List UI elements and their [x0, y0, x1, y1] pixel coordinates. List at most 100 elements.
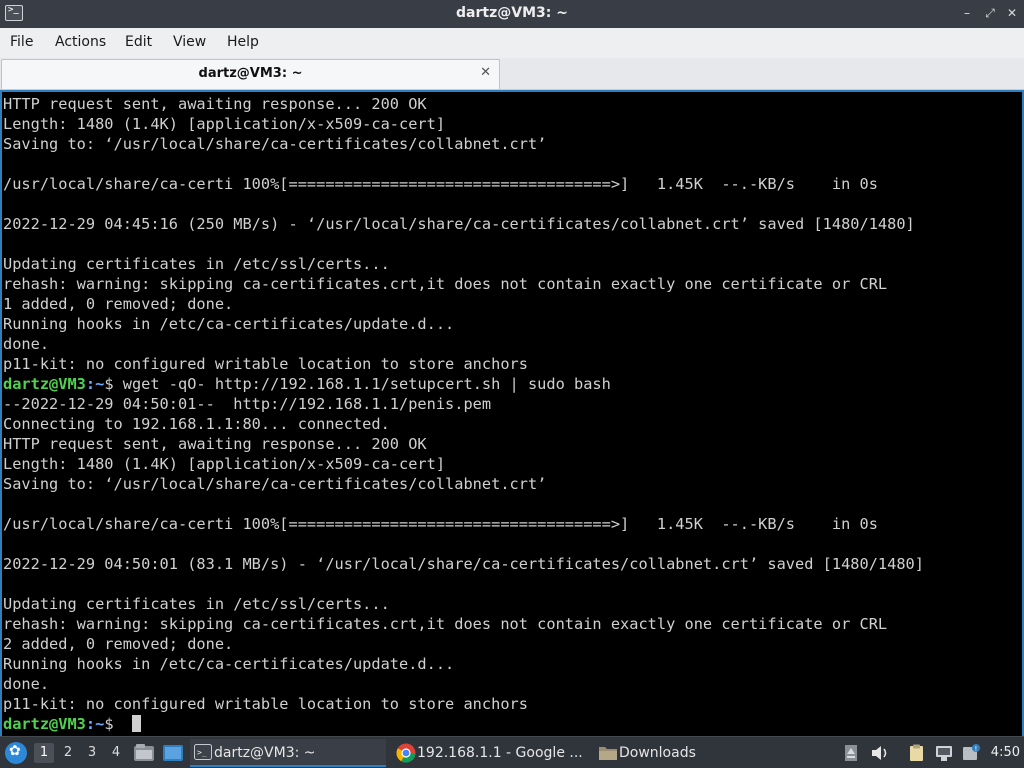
line-text: Updating certificates in /etc/ssl/certs.…: [3, 595, 390, 613]
task-chrome[interactable]: 192.168.1.1 - Google ...: [393, 739, 588, 767]
svg-text:>_: >_: [197, 748, 207, 757]
line-text: 2022-12-29 04:45:16 (250 MB/s) - ‘/usr/l…: [3, 215, 915, 233]
terminal-prompt-line: dartz@VM3:~$: [3, 714, 924, 734]
workspace-3[interactable]: 3: [82, 743, 102, 763]
task-downloads[interactable]: Downloads: [595, 739, 755, 767]
start-menu-icon[interactable]: [5, 742, 27, 764]
volume-icon[interactable]: [870, 744, 890, 762]
line-text: Running hooks in /etc/ca-certificates/up…: [3, 655, 455, 673]
notification-icon[interactable]: !: [961, 744, 981, 762]
prompt-path: :~: [85, 715, 105, 733]
prompt-user: dartz@VM3: [3, 715, 86, 733]
clipboard-icon[interactable]: [907, 744, 927, 762]
line-text: wget -qO- http://192.168.1.1/setupcert.s…: [122, 375, 611, 393]
terminal-line: rehash: warning: skipping ca-certificate…: [3, 614, 924, 634]
network-icon[interactable]: [934, 744, 954, 762]
terminal-line: rehash: warning: skipping ca-certificate…: [3, 274, 924, 294]
terminal-line: Length: 1480 (1.4K) [application/x-x509-…: [3, 454, 924, 474]
line-text: Length: 1480 (1.4K) [application/x-x509-…: [3, 115, 446, 133]
menu-view[interactable]: View: [173, 34, 206, 50]
terminal-line: p11-kit: no configured writable location…: [3, 354, 924, 374]
menu-actions[interactable]: Actions: [55, 34, 106, 50]
terminal-line: 2022-12-29 04:45:16 (250 MB/s) - ‘/usr/l…: [3, 214, 924, 234]
prompt-symbol: $: [104, 375, 123, 393]
terminal-line: done.: [3, 674, 924, 694]
folder-icon: [599, 747, 617, 760]
menu-bar: File Actions Edit View Help: [0, 28, 1024, 58]
terminal-line: HTTP request sent, awaiting response... …: [3, 94, 924, 114]
terminal-line: Saving to: ‘/usr/local/share/ca-certific…: [3, 134, 924, 154]
line-text: 2 added, 0 removed; done.: [3, 635, 234, 653]
line-text: Running hooks in /etc/ca-certificates/up…: [3, 315, 455, 333]
task-label: 192.168.1.1 - Google ...: [417, 745, 583, 761]
tab-bar: dartz@VM3: ~ ✕: [0, 58, 1024, 90]
line-text: Connecting to 192.168.1.1:80... connecte…: [3, 415, 390, 433]
file-manager-icon[interactable]: [133, 742, 155, 764]
terminal-line: Updating certificates in /etc/ssl/certs.…: [3, 254, 924, 274]
line-text: 2022-12-29 04:50:01 (83.1 MB/s) - ‘/usr/…: [3, 555, 924, 573]
terminal-line: done.: [3, 334, 924, 354]
menu-help[interactable]: Help: [227, 34, 259, 50]
line-text: rehash: warning: skipping ca-certificate…: [3, 615, 888, 633]
terminal-prompt-line: dartz@VM3:~$ wget -qO- http://192.168.1.…: [3, 374, 924, 394]
terminal-output[interactable]: HTTP request sent, awaiting response... …: [0, 90, 1024, 736]
tab-terminal[interactable]: dartz@VM3: ~ ✕: [1, 59, 500, 89]
line-text: rehash: warning: skipping ca-certificate…: [3, 275, 888, 293]
clock[interactable]: 4:50: [991, 745, 1020, 760]
terminal-line: 2 added, 0 removed; done.: [3, 634, 924, 654]
menu-file[interactable]: File: [10, 34, 33, 50]
workspace-1[interactable]: 1: [34, 743, 54, 763]
eject-icon[interactable]: [844, 744, 858, 762]
terminal-line: /usr/local/share/ca-certi 100%[=========…: [3, 174, 924, 194]
menu-edit[interactable]: Edit: [125, 34, 152, 50]
line-text: p11-kit: no configured writable location…: [3, 355, 528, 373]
text-cursor: [131, 715, 141, 732]
line-text: Updating certificates in /etc/ssl/certs.…: [3, 255, 390, 273]
line-text: Length: 1480 (1.4K) [application/x-x509-…: [3, 455, 446, 473]
task-label: dartz@VM3: ~: [214, 745, 316, 761]
taskbar: 1 2 3 4 >_ dartz@VM3: ~ 192.168.1.1 - Go…: [0, 736, 1024, 768]
line-text: 1 added, 0 removed; done.: [3, 295, 234, 313]
svg-text:!: !: [975, 745, 978, 753]
restore-icon[interactable]: ⤢: [981, 4, 999, 22]
terminal-line: 1 added, 0 removed; done.: [3, 294, 924, 314]
terminal-lines: HTTP request sent, awaiting response... …: [3, 94, 924, 734]
terminal-line: 2022-12-29 04:50:01 (83.1 MB/s) - ‘/usr/…: [3, 554, 924, 574]
tab-close-icon[interactable]: ✕: [480, 65, 491, 80]
terminal-line: p11-kit: no configured writable location…: [3, 694, 924, 714]
minimize-icon[interactable]: –: [958, 4, 976, 22]
terminal-line: /usr/local/share/ca-certi 100%[=========…: [3, 514, 924, 534]
workspace-4[interactable]: 4: [106, 743, 126, 763]
prompt-path: :~: [85, 375, 105, 393]
task-terminal[interactable]: >_ dartz@VM3: ~: [190, 739, 386, 767]
line-text: Saving to: ‘/usr/local/share/ca-certific…: [3, 475, 547, 493]
window-title: dartz@VM3: ~: [456, 5, 568, 21]
line-text: HTTP request sent, awaiting response... …: [3, 435, 427, 453]
window-titlebar[interactable]: dartz@VM3: ~ – ⤢ ✕: [0, 0, 1024, 28]
line-text: done.: [3, 335, 50, 353]
line-text: done.: [3, 675, 50, 693]
line-text: /usr/local/share/ca-certi 100%[=========…: [3, 515, 878, 533]
terminal-line: Running hooks in /etc/ca-certificates/up…: [3, 314, 924, 334]
task-label: Downloads: [619, 745, 696, 761]
terminal-line: --2022-12-29 04:50:01-- http://192.168.1…: [3, 394, 924, 414]
close-icon[interactable]: ✕: [1003, 4, 1021, 22]
chrome-icon: [396, 743, 416, 763]
line-text: p11-kit: no configured writable location…: [3, 695, 528, 713]
terminal-line: Saving to: ‘/usr/local/share/ca-certific…: [3, 474, 924, 494]
show-desktop-icon[interactable]: [162, 742, 184, 764]
line-text: /usr/local/share/ca-certi 100%[=========…: [3, 175, 878, 193]
workspace-2[interactable]: 2: [58, 743, 78, 763]
terminal-icon: >_: [194, 744, 212, 760]
terminal-line: Connecting to 192.168.1.1:80... connecte…: [3, 414, 924, 434]
line-text: HTTP request sent, awaiting response... …: [3, 95, 427, 113]
prompt-symbol: $: [104, 715, 123, 733]
tab-label: dartz@VM3: ~: [198, 66, 303, 81]
prompt-user: dartz@VM3: [3, 375, 86, 393]
